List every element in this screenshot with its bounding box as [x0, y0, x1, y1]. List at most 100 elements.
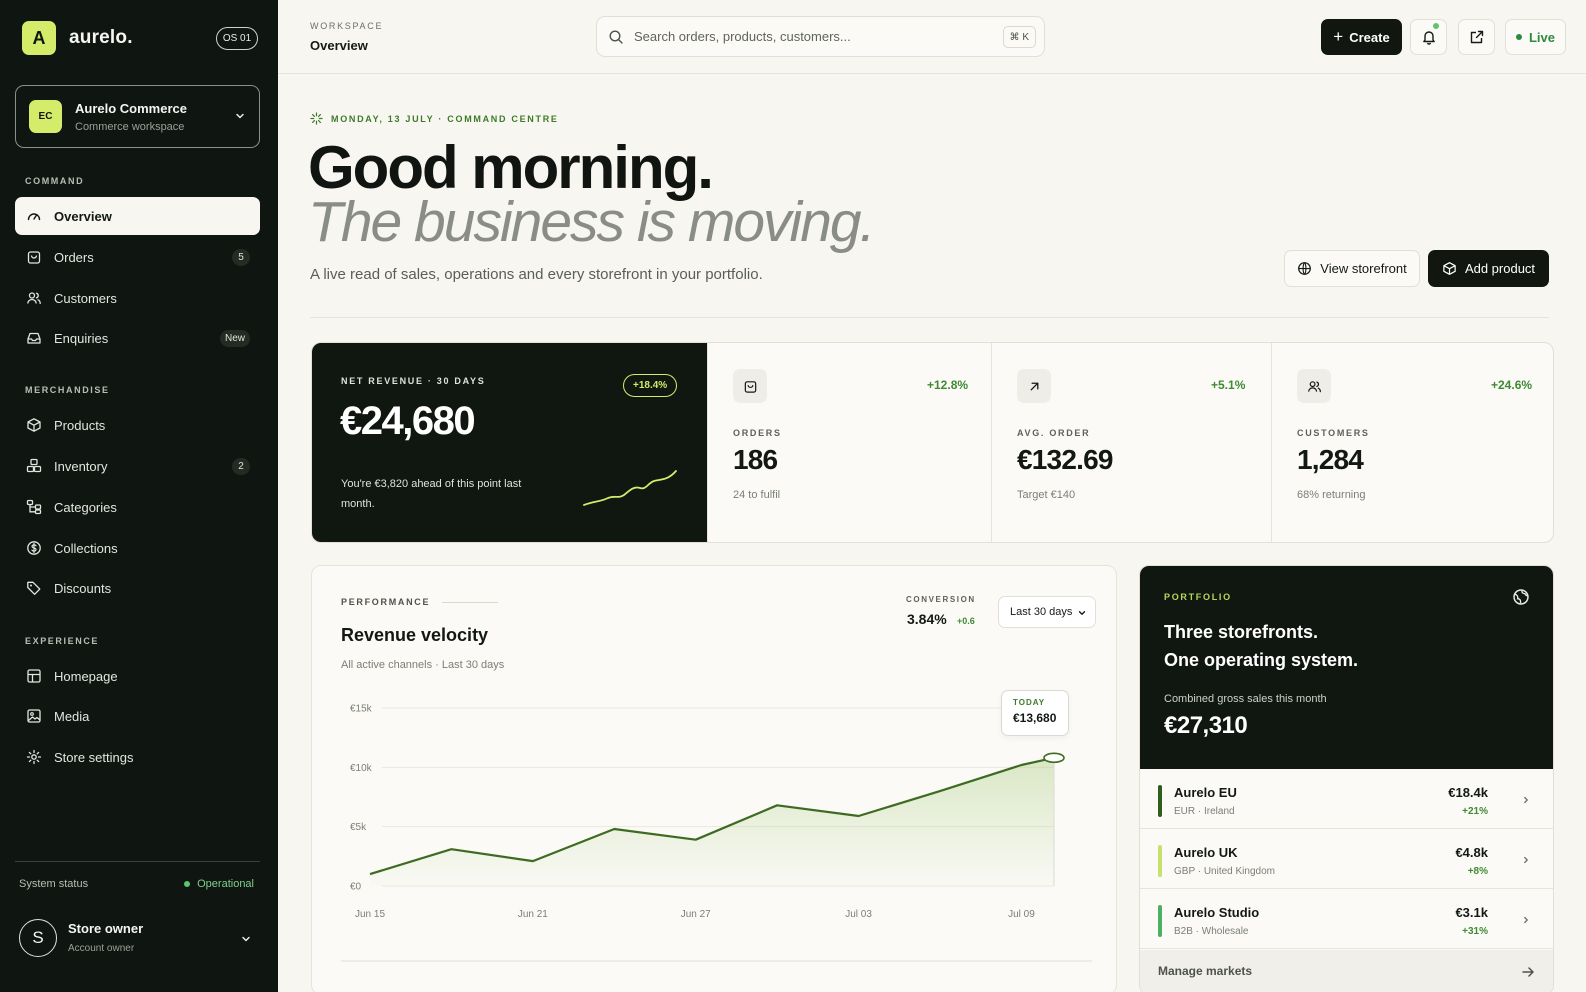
sidebar-item-label: Overview [54, 208, 112, 224]
plus-icon: + [1333, 27, 1344, 46]
user-avatar[interactable]: S [19, 919, 57, 957]
users-icon [27, 292, 41, 305]
view-storefront-button[interactable]: View storefront [1284, 250, 1420, 287]
brand[interactable]: A aurelo. [22, 21, 133, 55]
market-delta: +21% [1462, 806, 1488, 817]
manage-markets-button[interactable]: Manage markets [1140, 950, 1553, 992]
greeting-description: A live read of sales, operations and eve… [310, 266, 763, 283]
view-storefront-label: View storefront [1320, 261, 1407, 276]
market-row-studio[interactable]: Aurelo Studio B2B · Wholesale €3.1k +31% [1140, 889, 1553, 949]
gauge-icon [27, 213, 41, 221]
sidebar-item-discounts[interactable]: Discounts [15, 569, 260, 607]
sidebar-item-label: Homepage [54, 668, 118, 684]
x-tick-label: Jul 03 [845, 909, 872, 920]
kpi-value: 1,284 [1297, 444, 1364, 475]
live-dot-icon [1515, 34, 1522, 40]
x-tick-label: Jun 27 [681, 909, 711, 920]
chevron-right-icon [1524, 856, 1528, 864]
market-value: €4.8k [1455, 845, 1488, 860]
kpi-delta: +5.1% [1211, 378, 1246, 392]
sidebar-item-orders[interactable]: Orders 5 [15, 238, 260, 276]
sidebar-item-homepage[interactable]: Homepage [15, 657, 260, 695]
kpi-label: AVG. ORDER [1017, 428, 1091, 438]
net-revenue-card[interactable]: NET REVENUE · 30 DAYS +18.4% €24,680 You… [312, 343, 707, 542]
gear-icon [26, 749, 42, 765]
today-point[interactable] [1043, 752, 1065, 764]
kpi-subtext: 68% returning [1297, 489, 1366, 501]
kpi-value: €132.69 [1017, 444, 1113, 475]
system-status-text: Operational [197, 878, 254, 890]
tag-icon [27, 581, 41, 595]
live-status-button[interactable]: Live [1505, 19, 1566, 55]
shopping-bag-icon [27, 251, 41, 264]
sidebar-item-label: Categories [54, 499, 117, 515]
market-row-uk[interactable]: Aurelo UK GBP · United Kingdom €4.8k +8% [1140, 829, 1553, 889]
x-tick-label: Jul 09 [1008, 909, 1035, 920]
kpi-card-orders[interactable]: +12.8% ORDERS 186 24 to fulfil [707, 343, 991, 542]
sidebar-item-overview[interactable]: Overview [15, 197, 260, 235]
market-subtitle: B2B · Wholesale [1174, 926, 1249, 937]
sidebar-item-label: Orders [54, 249, 94, 265]
kpi-label: ORDERS [733, 428, 782, 438]
sidebar-item-enquiries[interactable]: Enquiries New [15, 319, 260, 357]
revenue-label: NET REVENUE · 30 DAYS [341, 376, 486, 386]
sidebar-item-label: Customers [54, 290, 117, 306]
chevron-right-icon [1524, 796, 1528, 804]
tooltip-value: €13,680 [1013, 711, 1057, 725]
box-icon [1443, 262, 1456, 275]
market-name: Aurelo EU [1174, 785, 1237, 800]
market-subtitle: GBP · United Kingdom [1174, 866, 1275, 877]
sidebar-item-customers[interactable]: Customers [15, 279, 260, 317]
revenue-delta-badge: +18.4% [623, 374, 678, 397]
kpi-row: NET REVENUE · 30 DAYS +18.4% €24,680 You… [311, 342, 1554, 543]
notifications-button[interactable] [1410, 19, 1447, 55]
search-input[interactable]: Search orders, products, customers... ⌘ … [596, 16, 1045, 57]
nav-heading-merchandise: MERCHANDISE [25, 385, 110, 395]
os-version-badge: OS 01 [216, 27, 258, 50]
kpi-card-customers[interactable]: +24.6% CUSTOMERS 1,284 68% returning [1271, 343, 1553, 542]
market-delta: +8% [1467, 866, 1488, 877]
manage-markets-label: Manage markets [1158, 964, 1253, 978]
create-button[interactable]: + Create [1321, 19, 1402, 55]
market-name: Aurelo Studio [1174, 905, 1260, 920]
search-icon [609, 29, 623, 44]
tree-icon [26, 499, 42, 515]
add-product-button[interactable]: Add product [1428, 250, 1549, 287]
workspace-switcher[interactable]: EC Aurelo Commerce Commerce workspace [15, 85, 260, 148]
market-row-eu[interactable]: Aurelo EU EUR · Ireland €18.4k +21% [1140, 769, 1553, 829]
search-placeholder: Search orders, products, customers... [634, 29, 851, 44]
globe-icon[interactable] [1512, 588, 1530, 606]
page-title: Overview [310, 38, 368, 53]
kpi-subtext: 24 to fulfil [733, 489, 781, 501]
chevron-down-icon[interactable] [240, 933, 252, 945]
portfolio-card: PORTFOLIO Three storefronts. One operati… [1139, 565, 1554, 992]
sidebar-item-collections[interactable]: Collections [15, 529, 260, 567]
arrow-up-right-icon [1017, 369, 1051, 403]
chevron-down-icon [236, 113, 244, 119]
sidebar-item-label: Products [54, 417, 106, 433]
revenue-value: €24,680 [340, 399, 476, 443]
sidebar-item-label: Discounts [54, 580, 112, 596]
y-axis: €0 €5k €10k €15k [350, 704, 373, 893]
kpi-card-avg-order[interactable]: +5.1% AVG. ORDER €132.69 Target €140 [991, 343, 1271, 542]
status-dot-icon [184, 881, 191, 887]
x-axis: Jun 15 Jun 21 Jun 27 Jul 03 Jul 09 [355, 909, 1035, 920]
sidebar-item-label: Store settings [54, 749, 134, 765]
kpi-delta: +12.8% [927, 378, 969, 392]
kpi-label: CUSTOMERS [1297, 428, 1370, 438]
sidebar-item-label: Media [54, 708, 90, 724]
portfolio-summary: PORTFOLIO Three storefronts. One operati… [1140, 566, 1553, 769]
sidebar-item-categories[interactable]: Categories [15, 488, 260, 526]
open-external-button[interactable] [1458, 19, 1495, 55]
portfolio-title: Three storefronts. One operating system. [1164, 618, 1358, 674]
user-role: Account owner [68, 943, 135, 954]
nav-heading-command: COMMAND [25, 176, 85, 186]
sidebar-item-store-settings[interactable]: Store settings [15, 738, 260, 776]
sidebar-item-media[interactable]: Media [15, 697, 260, 735]
sidebar-item-inventory[interactable]: Inventory 2 [15, 447, 260, 485]
bag-icon [733, 369, 767, 403]
topbar: WORKSPACE Overview Search orders, produc… [278, 0, 1586, 74]
market-delta: +31% [1462, 926, 1488, 937]
sidebar-item-products[interactable]: Products [15, 406, 260, 444]
workspace-subtitle: Commerce workspace [75, 120, 185, 133]
